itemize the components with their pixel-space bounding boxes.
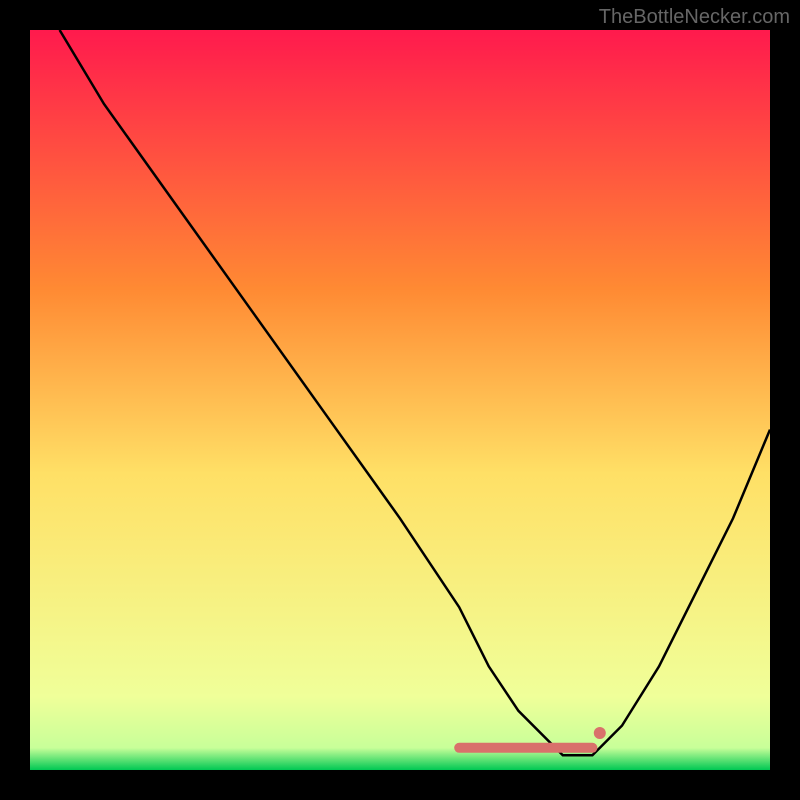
optimal-point-dot [594,727,606,739]
gradient-background [30,30,770,770]
chart-container [30,30,770,770]
watermark-text: TheBottleNecker.com [599,6,790,29]
bottleneck-chart [30,30,770,770]
